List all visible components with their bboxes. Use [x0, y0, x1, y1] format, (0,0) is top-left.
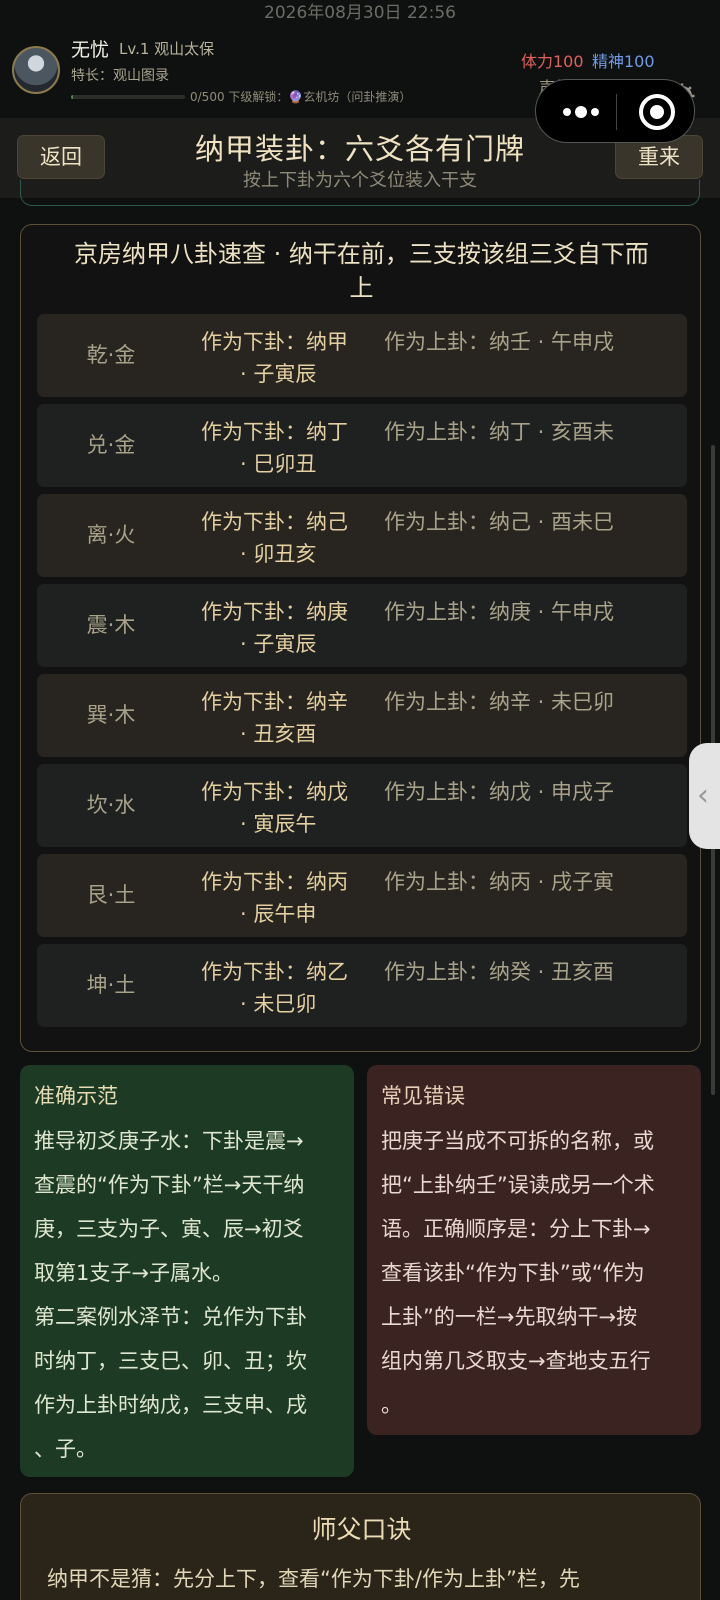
trigram-name: 震·木 [86, 613, 136, 637]
branches-continuation: · 子寅辰 [240, 632, 317, 656]
correct-example-line: 取第1支子→子属水。 [34, 1261, 233, 1285]
correct-example-title: 准确示范 [34, 1084, 118, 1108]
user-name: 无忧 [71, 39, 110, 61]
user-specialty: 特长：观山图录 [71, 68, 169, 84]
lower-trigram-value: 作为下卦：纳己 [201, 510, 348, 534]
lower-trigram-value: 作为下卦：纳庚 [201, 600, 348, 624]
master-mnemonic-title: 师父口诀 [311, 1515, 412, 1544]
upper-trigram-value: 作为上卦：纳壬 · 午申戌 [384, 330, 615, 354]
trigram-name: 乾·金 [86, 343, 136, 367]
side-drawer-tab[interactable]: ‹ [689, 743, 720, 849]
branches-continuation: · 丑亥酉 [240, 722, 317, 746]
branches-continuation: · 辰午申 [240, 902, 317, 926]
capsule-divider [616, 94, 617, 130]
exp-progress-fill [71, 95, 74, 99]
common-mistake-line: 。 [381, 1393, 402, 1417]
more-dots-icon[interactable] [556, 94, 606, 130]
common-mistake-line: 查看该卦“作为下卦”或“作为 [381, 1261, 645, 1285]
reference-title-line2: 上 [349, 274, 374, 302]
upper-trigram-value: 作为上卦：纳丙 · 戌子寅 [384, 870, 615, 894]
trigram-row-xun: 巽·木 作为下卦：纳辛 作为上卦：纳辛 · 未巳卯 · 丑亥酉 [37, 674, 687, 757]
mini-program-capsule [535, 79, 695, 143]
lower-trigram-value: 作为下卦：纳乙 [201, 960, 348, 984]
back-button[interactable]: 返回 [17, 135, 105, 179]
avatar[interactable] [12, 46, 60, 94]
upper-trigram-value: 作为上卦：纳戊 · 申戌子 [384, 780, 615, 804]
user-level: Lv.1 观山太保 [119, 40, 215, 58]
correct-example-line: 第二案例水泽节：兑作为下卦 [34, 1305, 307, 1329]
trigram-name: 离·火 [86, 523, 136, 547]
trigram-row-zhen: 震·木 作为下卦：纳庚 作为上卦：纳庚 · 午申戌 · 子寅辰 [37, 584, 687, 667]
upper-trigram-value: 作为上卦：纳庚 · 午申戌 [384, 600, 615, 624]
upper-trigram-value: 作为上卦：纳丁 · 亥酉未 [384, 420, 615, 444]
status-bar: 2026年08月30日 22:56 [0, 0, 720, 26]
lower-trigram-value: 作为下卦：纳丁 [201, 420, 348, 444]
branches-continuation: · 未巳卯 [240, 992, 317, 1016]
common-mistake-box: 常见错误 把庚子当成不可拆的名称，或 把“上卦纳壬”误读成另一个术 语。正确顺序… [367, 1065, 701, 1435]
correct-example-box: 准确示范 推导初爻庚子水：下卦是震→ 查震的“作为下卦”栏→天干纳 庚，三支为子… [20, 1065, 354, 1477]
correct-example-line: 推导初爻庚子水：下卦是震→ [34, 1129, 304, 1153]
common-mistake-line: 组内第几爻取支→查地支五行 [381, 1349, 651, 1373]
stat-stamina: 体力100 [521, 52, 584, 71]
trigram-name: 坎·水 [86, 793, 136, 817]
trigram-row-qian: 乾·金 作为下卦：纳甲 作为上卦：纳壬 · 午申戌 · 子寅辰 [37, 314, 687, 397]
reference-title: 京房纳甲八卦速查 · 纳干在前，三支按该组三爻自下而 上 [31, 237, 692, 305]
trigram-row-kan: 坎·水 作为下卦：纳戊 作为上卦：纳戊 · 申戌子 · 寅辰午 [37, 764, 687, 847]
correct-example-line: 作为上卦时纳戊，三支申、戌 [34, 1393, 307, 1417]
correct-example-line: 时纳丁，三支巳、卯、丑；坎 [34, 1349, 307, 1373]
target-icon[interactable] [637, 92, 677, 132]
lower-trigram-value: 作为下卦：纳丙 [201, 870, 348, 894]
correct-example-line: 、子。 [34, 1437, 97, 1461]
branches-continuation: · 卯丑亥 [240, 542, 317, 566]
common-mistake-line: 把“上卦纳壬”误读成另一个术 [381, 1173, 655, 1197]
master-mnemonic-card: 师父口诀 纳甲不是猜：先分上下，查看“作为下卦/作为上卦”栏，先 [20, 1493, 701, 1600]
status-datetime: 2026年08月30日 22:56 [264, 3, 456, 23]
master-mnemonic-text: 纳甲不是猜：先分上下，查看“作为下卦/作为上卦”栏，先 [47, 1567, 580, 1591]
trigram-row-li: 离·火 作为下卦：纳己 作为上卦：纳己 · 酉未巳 · 卯丑亥 [37, 494, 687, 577]
lower-trigram-value: 作为下卦：纳辛 [201, 690, 348, 714]
correct-example-line: 庚，三支为子、寅、辰→初爻 [34, 1217, 304, 1241]
upper-trigram-value: 作为上卦：纳癸 · 丑亥酉 [384, 960, 615, 984]
trigram-name: 坤·土 [86, 973, 136, 997]
common-mistake-line: 把庚子当成不可拆的名称，或 [381, 1129, 654, 1153]
trigram-name: 艮·土 [86, 883, 136, 907]
correct-example-line: 查震的“作为下卦”栏→天干纳 [34, 1173, 305, 1197]
branches-continuation: · 寅辰午 [240, 812, 317, 836]
upper-trigram-value: 作为上卦：纳辛 · 未巳卯 [384, 690, 615, 714]
stat-spirit: 精神100 [592, 52, 655, 71]
reference-title-line1: 京房纳甲八卦速查 · 纳干在前，三支按该组三爻自下而 [74, 240, 649, 268]
upper-trigram-value: 作为上卦：纳己 · 酉未巳 [384, 510, 615, 534]
trigram-name: 兑·金 [86, 433, 136, 457]
exp-progress-bar [71, 95, 185, 99]
common-mistake-line: 上卦”的一栏→先取纳干→按 [381, 1305, 638, 1329]
branches-continuation: · 巳卯丑 [240, 452, 317, 476]
trigram-row-gen: 艮·土 作为下卦：纳丙 作为上卦：纳丙 · 戌子寅 · 辰午申 [37, 854, 687, 937]
branches-continuation: · 子寅辰 [240, 362, 317, 386]
previous-card-edge [20, 180, 700, 206]
common-mistake-title: 常见错误 [381, 1084, 465, 1108]
common-mistake-line: 语。正确顺序是：分上下卦→ [381, 1217, 651, 1241]
trigram-row-kun: 坤·土 作为下卦：纳乙 作为上卦：纳癸 · 丑亥酉 · 未巳卯 [37, 944, 687, 1027]
trigram-name: 巽·木 [86, 703, 136, 727]
trigram-row-dui: 兑·金 作为下卦：纳丁 作为上卦：纳丁 · 亥酉未 · 巳卯丑 [37, 404, 687, 487]
lower-trigram-value: 作为下卦：纳甲 [201, 330, 348, 354]
najia-reference-card: 京房纳甲八卦速查 · 纳干在前，三支按该组三爻自下而 上 乾·金 作为下卦：纳甲… [20, 224, 701, 1052]
lower-trigram-value: 作为下卦：纳戊 [201, 780, 348, 804]
exp-progress-text: 0/500 下级解锁：🔮玄机坊（问卦推演） [190, 90, 412, 104]
